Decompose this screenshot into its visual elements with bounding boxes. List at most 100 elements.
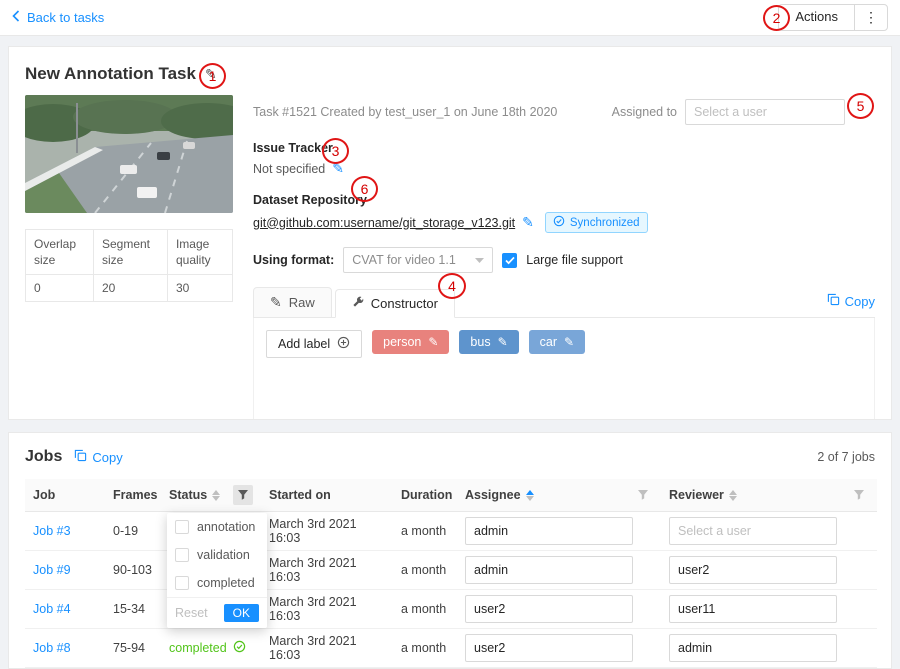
- more-icon: ⋮: [864, 9, 878, 26]
- pencil-icon: ✎: [270, 294, 282, 311]
- back-to-tasks-link[interactable]: Back to tasks: [12, 10, 104, 25]
- task-preview-image: [25, 95, 233, 213]
- edit-repository-icon[interactable]: ✎: [522, 214, 534, 231]
- param-header-segment: Segment size: [93, 230, 167, 275]
- col-header-started: Started on: [261, 479, 393, 512]
- actions-more-button[interactable]: ⋮: [854, 5, 887, 30]
- jobs-copy-button[interactable]: Copy: [74, 449, 122, 465]
- sort-icon[interactable]: [526, 490, 534, 501]
- checkbox-validation[interactable]: [175, 548, 189, 562]
- label-chip-bus[interactable]: bus ✎: [459, 330, 518, 354]
- filter-option-annotation[interactable]: annotation: [167, 513, 267, 541]
- tab-raw[interactable]: ✎ Raw: [253, 287, 332, 318]
- issue-tracker-label: Issue Tracker: [253, 141, 875, 155]
- actions-button[interactable]: Actions: [779, 5, 854, 30]
- param-header-quality: Image quality: [167, 230, 232, 275]
- check-circle-icon: [553, 215, 565, 230]
- labels-copy-label: Copy: [845, 294, 875, 309]
- col-header-reviewer[interactable]: Reviewer: [661, 479, 877, 512]
- col-header-assignee[interactable]: Assignee: [457, 479, 661, 512]
- jobs-count: 2 of 7 jobs: [817, 450, 875, 464]
- status-filter-dropdown: annotation validation completed Reset OK: [167, 513, 267, 628]
- label-chip-car[interactable]: car ✎: [529, 330, 585, 354]
- jobs-copy-label: Copy: [92, 450, 122, 465]
- duration-cell: a month: [393, 590, 457, 629]
- sort-icon[interactable]: [729, 490, 737, 501]
- issue-tracker-section: Issue Tracker Not specified ✎: [253, 141, 875, 177]
- assignee-input[interactable]: [465, 595, 633, 623]
- labels-copy-button[interactable]: Copy: [827, 293, 875, 309]
- param-value-quality: 30: [167, 275, 232, 302]
- sync-status-badge: Synchronized: [545, 212, 648, 233]
- task-info-column: Task #1521 Created by test_user_1 on Jun…: [253, 95, 875, 420]
- label-chip-person[interactable]: person ✎: [372, 330, 449, 354]
- status-cell: completed: [169, 640, 253, 656]
- repository-url[interactable]: git@github.com:username/git_storage_v123…: [253, 216, 515, 230]
- reviewer-input[interactable]: [669, 634, 837, 662]
- started-cell: March 3rd 2021 16:03: [261, 512, 393, 551]
- param-value-segment: 20: [93, 275, 167, 302]
- task-details-card: New Annotation Task ✎: [8, 46, 892, 420]
- copy-icon: [827, 293, 840, 309]
- tab-constructor[interactable]: Constructor: [335, 289, 455, 318]
- assigned-to-input[interactable]: [685, 99, 845, 125]
- format-select[interactable]: CVAT for video 1.1: [343, 247, 493, 273]
- edit-label-icon[interactable]: ✎: [498, 335, 508, 349]
- col-header-job: Job: [25, 479, 105, 512]
- sort-icon[interactable]: [212, 490, 220, 501]
- col-header-frames: Frames: [105, 479, 161, 512]
- plus-circle-icon: [337, 336, 350, 352]
- duration-cell: a month: [393, 512, 457, 551]
- constructor-tab-content: Add label person ✎ bus ✎ car ✎: [253, 318, 875, 420]
- assignee-input[interactable]: [465, 634, 633, 662]
- checkbox-annotation[interactable]: [175, 520, 189, 534]
- frames-cell: 0-19: [105, 512, 161, 551]
- frames-cell: 75-94: [105, 629, 161, 668]
- edit-issue-tracker-icon[interactable]: ✎: [332, 160, 344, 177]
- back-chevron-icon: [12, 10, 20, 25]
- col-header-status[interactable]: Status: [161, 479, 261, 512]
- tab-raw-label: Raw: [289, 295, 315, 310]
- task-params-table: Overlap size Segment size Image quality …: [25, 229, 233, 302]
- started-cell: March 3rd 2021 16:03: [261, 629, 393, 668]
- job-link[interactable]: Job #9: [33, 563, 71, 577]
- job-link[interactable]: Job #3: [33, 524, 71, 538]
- edit-label-icon[interactable]: ✎: [428, 335, 438, 349]
- issue-tracker-value: Not specified: [253, 162, 325, 176]
- filter-option-completed[interactable]: completed: [167, 569, 267, 597]
- top-bar: Back to tasks Actions ⋮: [0, 0, 900, 36]
- large-file-support-checkbox[interactable]: [502, 253, 517, 268]
- reviewer-input[interactable]: [669, 556, 837, 584]
- edit-label-icon[interactable]: ✎: [564, 335, 574, 349]
- assigned-to-label: Assigned to: [612, 105, 677, 119]
- job-link[interactable]: Job #4: [33, 602, 71, 616]
- reviewer-input[interactable]: [669, 517, 837, 545]
- using-format-label: Using format:: [253, 253, 334, 267]
- frames-cell: 90-103: [105, 551, 161, 590]
- task-meta-text: Task #1521 Created by test_user_1 on Jun…: [253, 105, 557, 119]
- jobs-table: Job Frames Status Started on Duration As…: [25, 479, 877, 668]
- param-header-overlap: Overlap size: [26, 230, 94, 275]
- started-cell: March 3rd 2021 16:03: [261, 590, 393, 629]
- job-link[interactable]: Job #8: [33, 641, 71, 655]
- filter-reset-button[interactable]: Reset: [175, 606, 208, 620]
- filter-ok-button[interactable]: OK: [224, 604, 259, 622]
- table-row: Job #8 75-94 completed March 3rd 2021 16…: [25, 629, 877, 668]
- assignee-input[interactable]: [465, 556, 633, 584]
- sync-badge-label: Synchronized: [570, 217, 640, 229]
- tab-constructor-label: Constructor: [371, 296, 438, 311]
- back-to-tasks-label: Back to tasks: [27, 10, 104, 25]
- format-select-value: CVAT for video 1.1: [352, 253, 456, 267]
- reviewer-input[interactable]: [669, 595, 837, 623]
- filter-option-validation[interactable]: validation: [167, 541, 267, 569]
- assignee-input[interactable]: [465, 517, 633, 545]
- reviewer-filter-icon[interactable]: [849, 485, 869, 505]
- edit-title-icon[interactable]: ✎: [205, 66, 217, 83]
- table-row: Job #3 0-19 March 3rd 2021 16:03 a month: [25, 512, 877, 551]
- dataset-repository-section: Dataset Repository git@github.com:userna…: [253, 193, 875, 233]
- status-filter-icon[interactable]: [233, 485, 253, 505]
- add-label-button[interactable]: Add label: [266, 330, 362, 358]
- checkbox-completed[interactable]: [175, 576, 189, 590]
- actions-button-group: Actions ⋮: [778, 4, 888, 31]
- assignee-filter-icon[interactable]: [633, 485, 653, 505]
